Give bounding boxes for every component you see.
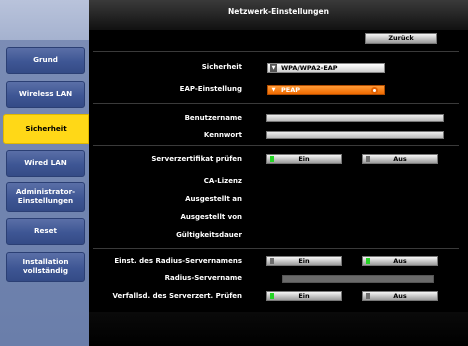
selected-indicator-icon xyxy=(270,156,274,162)
security-label: Sicherheit xyxy=(201,63,242,71)
sidebar: Grund Wireless LAN Sicherheit Wired LAN … xyxy=(0,0,89,346)
cert-expiry-label: Verfallsd. des Serverzert. Prüfen xyxy=(112,292,243,300)
cert-expiry-on-label: Ein xyxy=(298,292,310,300)
eap-setting-value: PEAP xyxy=(281,85,300,94)
unselected-indicator-icon xyxy=(366,293,370,299)
cert-check-off-button[interactable]: Aus xyxy=(362,154,438,164)
cert-expiry-off-button[interactable]: Aus xyxy=(362,291,438,301)
radius-name-off-label: Aus xyxy=(393,257,407,265)
radius-servername-label: Radius-Servername xyxy=(164,274,242,282)
sidebar-item-label: Wired LAN xyxy=(24,158,67,168)
sidebar-item-sicherheit[interactable]: Sicherheit xyxy=(3,114,89,144)
cert-check-label: Serverzertifikat prüfen xyxy=(151,155,242,163)
security-value: WPA/WPA2-EAP xyxy=(281,63,338,72)
cert-expiry-on-button[interactable]: Ein xyxy=(266,291,342,301)
issued-by-label: Ausgestellt von xyxy=(180,213,242,221)
cert-check-on-label: Ein xyxy=(298,155,310,163)
sidebar-item-installation-complete[interactable]: Installation vollständig xyxy=(6,252,85,282)
cert-check-on-button[interactable]: Ein xyxy=(266,154,342,164)
password-label: Kennwort xyxy=(203,131,242,139)
radius-name-off-button[interactable]: Aus xyxy=(362,256,438,266)
ca-license-label: CA-Lizenz xyxy=(203,177,242,185)
projector-menu-screen: Grund Wireless LAN Sicherheit Wired LAN … xyxy=(0,0,468,346)
username-label: Benutzername xyxy=(184,114,242,122)
divider xyxy=(93,248,459,249)
cert-expiry-off-label: Aus xyxy=(393,292,407,300)
sidebar-item-label: Sicherheit xyxy=(25,123,67,133)
sidebar-item-label: Grund xyxy=(33,55,58,65)
sidebar-item-administrator[interactable]: Administrator-Einstellungen xyxy=(6,182,85,212)
divider xyxy=(93,103,459,104)
divider xyxy=(93,51,459,52)
page-title: Netzwerk-Einstellungen xyxy=(228,7,329,16)
sidebar-item-wired-lan[interactable]: Wired LAN xyxy=(6,150,85,177)
issued-to-label: Ausgestellt an xyxy=(185,195,242,203)
sidebar-header xyxy=(0,0,89,40)
enter-icon xyxy=(371,87,378,94)
dropdown-arrow-icon: ▼ xyxy=(271,86,276,93)
sidebar-item-grund[interactable]: Grund xyxy=(6,47,85,74)
dropdown-arrow-icon: ▼ xyxy=(270,64,277,72)
sidebar-item-reset[interactable]: Reset xyxy=(6,218,85,245)
validity-label: Gültigkeitsdauer xyxy=(176,231,242,239)
sidebar-item-wireless-lan[interactable]: Wireless LAN xyxy=(6,81,85,108)
back-button[interactable]: Zurück xyxy=(365,33,437,44)
divider xyxy=(93,145,459,146)
selected-indicator-icon xyxy=(270,293,274,299)
title-bar: Netzwerk-Einstellungen xyxy=(89,0,468,30)
security-select[interactable]: ▼ WPA/WPA2-EAP xyxy=(267,63,385,73)
radius-name-setting-label: Einst. des Radius-Servernamens xyxy=(114,257,242,265)
radius-name-on-button[interactable]: Ein xyxy=(266,256,342,266)
sidebar-item-label: Wireless LAN xyxy=(18,89,73,99)
eap-setting-select[interactable]: ▼ PEAP xyxy=(267,85,385,95)
sidebar-item-label: Reset xyxy=(34,226,57,236)
username-field[interactable] xyxy=(266,114,444,122)
sidebar-item-label: Administrator-Einstellungen xyxy=(15,187,76,205)
cert-check-off-label: Aus xyxy=(393,155,407,163)
unselected-indicator-icon xyxy=(270,258,274,264)
unselected-indicator-icon xyxy=(366,156,370,162)
radius-name-on-label: Ein xyxy=(298,257,310,265)
password-field[interactable] xyxy=(266,131,444,139)
selected-indicator-icon xyxy=(366,258,370,264)
radius-servername-field[interactable] xyxy=(282,275,434,283)
sidebar-item-label: Installation vollständig xyxy=(22,257,69,275)
eap-setting-label: EAP-Einstellung xyxy=(179,85,242,93)
footer-area xyxy=(89,312,468,346)
main-panel: Netzwerk-Einstellungen Zurück Sicherheit… xyxy=(89,0,468,346)
